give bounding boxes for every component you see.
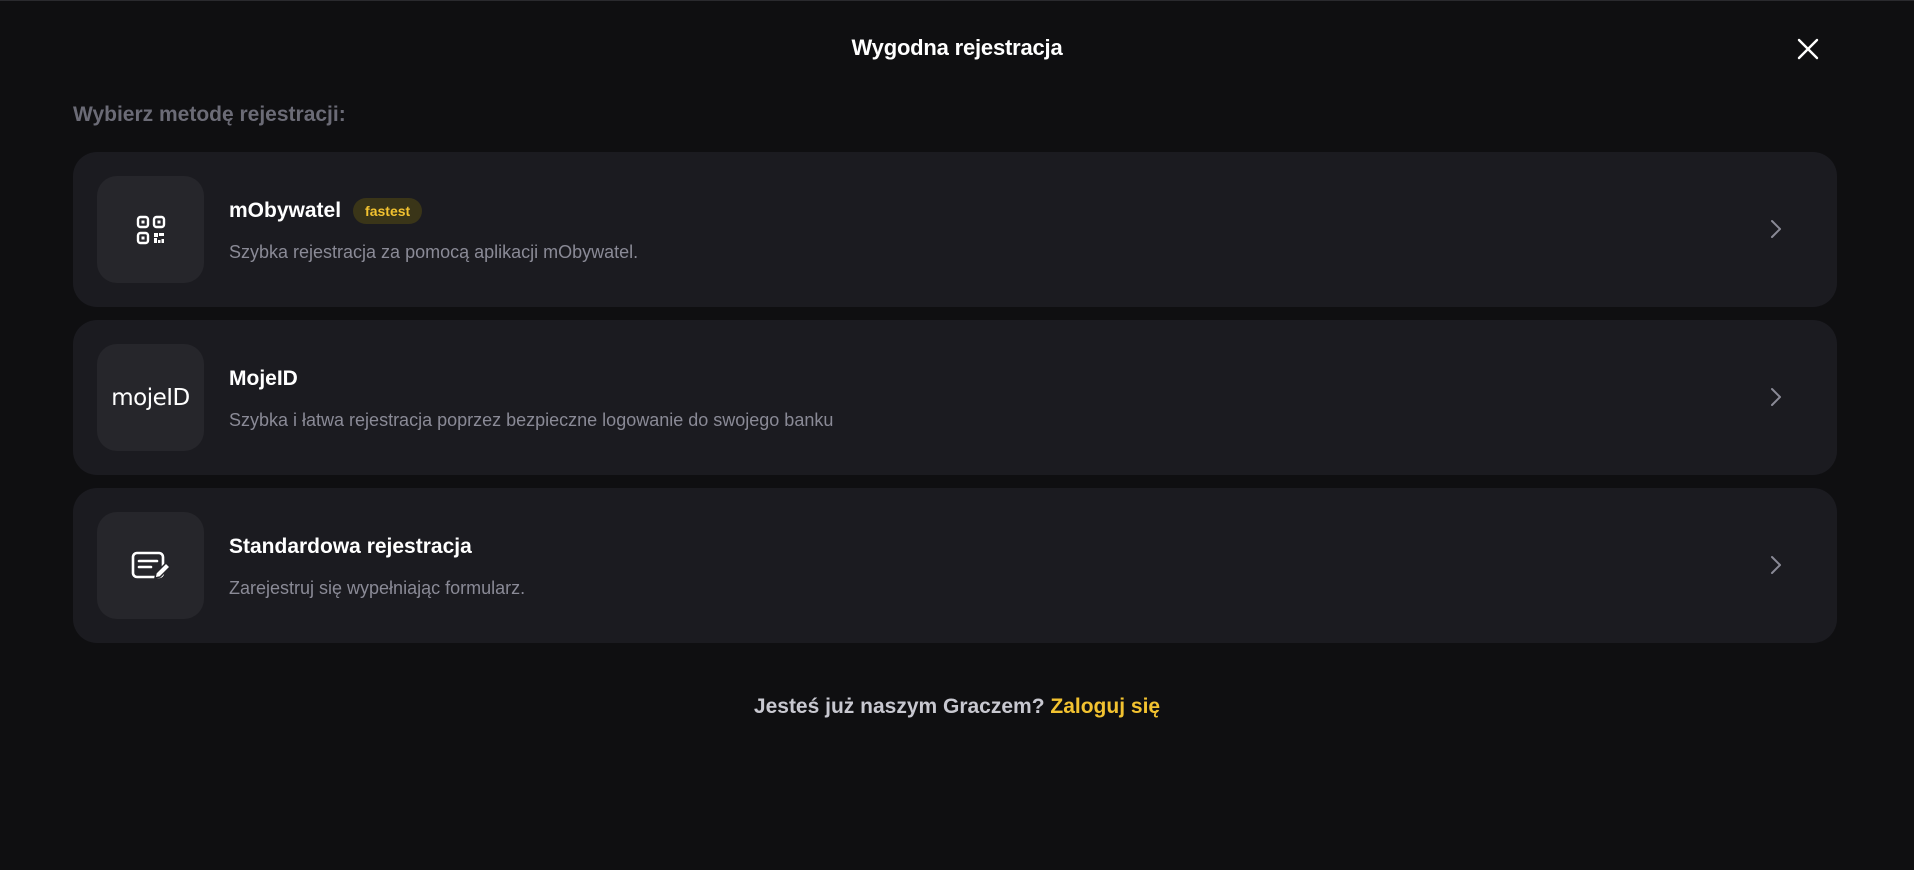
option-description: Szybka i łatwa rejestracja poprzez bezpi… bbox=[229, 410, 834, 430]
option-standard[interactable]: Standardowa rejestracja Zarejestruj się … bbox=[73, 488, 1837, 643]
login-prompt: Jesteś już naszym Graczem? Zaloguj się bbox=[0, 695, 1914, 719]
chevron-right-icon bbox=[1761, 382, 1791, 412]
option-description: Szybka rejestracja za pomocą aplikacji m… bbox=[229, 242, 639, 262]
close-button[interactable] bbox=[1792, 33, 1824, 65]
registration-options: mObywatel fastest Szybka rejestracja za … bbox=[73, 152, 1837, 656]
chevron-right-icon bbox=[1761, 214, 1791, 244]
option-mobywatel[interactable]: mObywatel fastest Szybka rejestracja za … bbox=[73, 152, 1837, 307]
login-link[interactable]: Zaloguj się bbox=[1050, 695, 1160, 718]
login-prompt-text: Jesteś już naszym Graczem? bbox=[753, 695, 1045, 718]
option-description: Zarejestruj się wypełniając formularz. bbox=[229, 578, 526, 598]
form-edit-icon bbox=[131, 551, 171, 579]
option-title-row: mObywatel fastest bbox=[229, 196, 423, 226]
fastest-badge: fastest bbox=[353, 198, 423, 224]
option-icon-box bbox=[97, 176, 204, 283]
registration-modal: Wygodna rejestracja Wybierz metodę rejes… bbox=[0, 0, 1914, 870]
option-icon-box bbox=[97, 512, 204, 619]
option-title-row: MojeID bbox=[229, 364, 298, 394]
modal-header: Wygodna rejestracja bbox=[0, 1, 1914, 99]
option-icon-box: mojeID bbox=[97, 344, 204, 451]
mojeid-logo: mojeID bbox=[111, 384, 190, 411]
qr-code-icon bbox=[136, 215, 165, 244]
option-title: mObywatel bbox=[229, 199, 342, 222]
method-prompt: Wybierz metodę rejestracji: bbox=[73, 103, 346, 126]
chevron-right-icon bbox=[1761, 550, 1791, 580]
option-title-row: Standardowa rejestracja bbox=[229, 532, 472, 562]
modal-title: Wygodna rejestracja bbox=[851, 35, 1063, 60]
option-mojeid[interactable]: mojeID MojeID Szybka i łatwa rejestracja… bbox=[73, 320, 1837, 475]
close-icon bbox=[1797, 38, 1819, 60]
option-title: Standardowa rejestracja bbox=[229, 535, 472, 558]
option-title: MojeID bbox=[229, 367, 298, 390]
